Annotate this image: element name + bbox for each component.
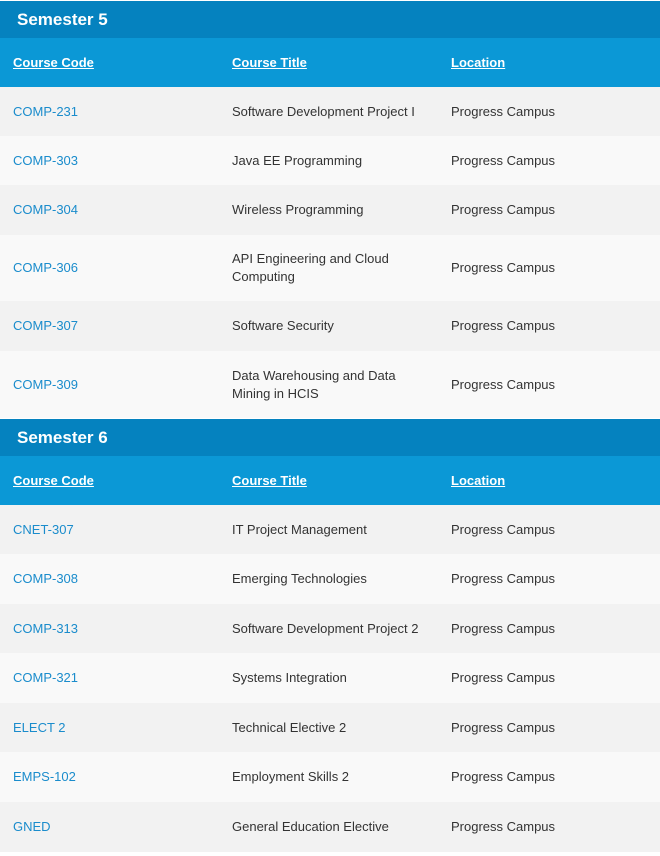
course-title-cell: General Education Elective — [232, 819, 389, 834]
course-code-link[interactable]: COMP-304 — [13, 202, 78, 217]
course-title-cell: Technical Elective 2 — [232, 719, 347, 735]
table-row: COMP-231 Software Development Project I … — [0, 87, 660, 136]
table-row: CNET-307 IT Project Management Progress … — [0, 505, 660, 554]
course-code-cell: COMP-309 — [0, 351, 219, 418]
table-row: GNED General Education Elective Progress… — [0, 802, 660, 852]
course-title-cell: IT Project Management — [232, 521, 367, 537]
course-title-cell: API Engineering and Cloud Computing — [232, 251, 389, 284]
location-cell: Progress Campus — [451, 521, 556, 537]
course-code-cell: COMP-321 — [0, 653, 219, 703]
location-cell: Progress Campus — [451, 670, 556, 685]
table-row: COMP-303 Java EE Programming Progress Ca… — [0, 136, 660, 185]
location-cell: Progress Campus — [451, 152, 556, 168]
location-cell: Progress Campus — [451, 318, 556, 333]
table-row: COMP-306 API Engineering and Cloud Compu… — [0, 235, 660, 301]
course-code-cell: COMP-303 — [0, 136, 219, 185]
table-row: COMP-321 Systems Integration Progress Ca… — [0, 653, 660, 703]
sort-by-course-code-link[interactable]: Course Code — [13, 55, 94, 70]
course-code-link[interactable]: COMP-307 — [13, 318, 78, 333]
sort-by-course-title-link[interactable]: Course Title — [232, 55, 307, 70]
course-code-link[interactable]: ELECT 2 — [13, 720, 66, 735]
course-table: Course Code Course Title Location CNET-3… — [0, 456, 660, 852]
course-code-link[interactable]: EMPS-102 — [13, 769, 76, 784]
course-code-link[interactable]: CNET-307 — [13, 522, 74, 537]
table-row: COMP-308 Emerging Technologies Progress … — [0, 554, 660, 604]
course-title-cell: Java EE Programming — [232, 152, 363, 168]
course-title-cell: Employment Skills 2 — [232, 769, 350, 784]
course-code-cell: GNED — [0, 802, 219, 852]
course-title-cell: Software Security — [232, 318, 334, 333]
sort-by-location-link[interactable]: Location — [451, 473, 505, 488]
course-code-cell: COMP-307 — [0, 301, 219, 351]
sort-by-course-code-link[interactable]: Course Code — [13, 473, 94, 488]
course-title-cell: Wireless Programming — [232, 202, 364, 217]
sort-by-location-link[interactable]: Location — [451, 55, 505, 70]
semester-title: Semester 6 — [0, 418, 660, 456]
semester-title: Semester 5 — [0, 0, 660, 38]
column-header-course-title: Course Title — [219, 456, 438, 505]
course-code-link[interactable]: COMP-308 — [13, 571, 78, 586]
course-code-link[interactable]: GNED — [13, 819, 51, 834]
course-code-link[interactable]: COMP-306 — [13, 260, 78, 275]
course-code-link[interactable]: COMP-321 — [13, 670, 78, 685]
course-code-link[interactable]: COMP-231 — [13, 104, 78, 119]
location-cell: Progress Campus — [451, 202, 556, 217]
course-code-link[interactable]: COMP-313 — [13, 621, 78, 636]
location-cell: Progress Campus — [451, 571, 556, 586]
table-row: COMP-304 Wireless Programming Progress C… — [0, 185, 660, 235]
course-code-cell: COMP-306 — [0, 235, 219, 301]
course-code-cell: COMP-313 — [0, 604, 219, 653]
location-cell: Progress Campus — [451, 376, 556, 392]
table-row: COMP-307 Software Security Progress Camp… — [0, 301, 660, 351]
sort-by-course-title-link[interactable]: Course Title — [232, 473, 307, 488]
course-code-cell: EMPS-102 — [0, 752, 219, 802]
location-cell: Progress Campus — [451, 260, 556, 275]
course-title-cell: Software Development Project 2 — [232, 620, 419, 636]
column-header-course-code: Course Code — [0, 38, 219, 87]
table-row: COMP-313 Software Development Project 2 … — [0, 604, 660, 653]
location-cell: Progress Campus — [451, 769, 556, 784]
course-title-cell: Data Warehousing and Data Mining in HCIS — [232, 367, 396, 401]
location-cell: Progress Campus — [451, 819, 556, 834]
table-row: COMP-309 Data Warehousing and Data Minin… — [0, 351, 660, 418]
course-title-cell: Emerging Technologies — [232, 571, 367, 586]
table-row: EMPS-102 Employment Skills 2 Progress Ca… — [0, 752, 660, 802]
semester-6-section: Semester 6 Course Code Course Title Loca… — [0, 418, 660, 852]
course-code-cell: COMP-308 — [0, 554, 219, 604]
location-cell: Progress Campus — [451, 719, 556, 735]
course-title-cell: Software Development Project I — [232, 103, 415, 119]
course-code-link[interactable]: COMP-309 — [13, 377, 78, 392]
course-code-cell: COMP-231 — [0, 87, 219, 136]
table-header-row: Course Code Course Title Location — [0, 38, 660, 87]
course-code-cell: ELECT 2 — [0, 703, 219, 752]
location-cell: Progress Campus — [451, 103, 556, 119]
course-title-cell: Systems Integration — [232, 670, 347, 685]
semester-5-section: Semester 5 Course Code Course Title Loca… — [0, 0, 660, 418]
course-code-link[interactable]: COMP-303 — [13, 153, 78, 168]
course-code-cell: COMP-304 — [0, 185, 219, 235]
table-row: ELECT 2 Technical Elective 2 Progress Ca… — [0, 703, 660, 752]
column-header-location: Location — [438, 38, 660, 87]
column-header-course-code: Course Code — [0, 456, 219, 505]
location-cell: Progress Campus — [451, 620, 556, 636]
course-table: Course Code Course Title Location COMP-2… — [0, 38, 660, 418]
column-header-location: Location — [438, 456, 660, 505]
column-header-course-title: Course Title — [219, 38, 438, 87]
table-header-row: Course Code Course Title Location — [0, 456, 660, 505]
course-code-cell: CNET-307 — [0, 505, 219, 554]
